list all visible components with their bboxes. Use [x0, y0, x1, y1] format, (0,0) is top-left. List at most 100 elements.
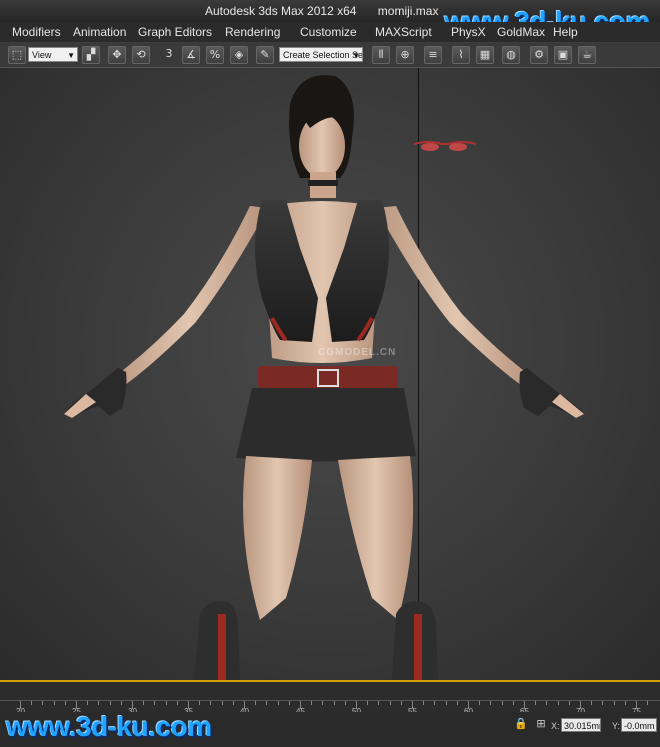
left-boot [194, 601, 240, 680]
timeline-tick [64, 701, 66, 705]
timeline-tick [434, 701, 436, 705]
y-label: Y: [612, 721, 621, 731]
snap-label: 3 [165, 47, 173, 60]
timeline-tick [322, 701, 324, 705]
timeline-tick [378, 701, 380, 705]
selection-set-dropdown[interactable]: Create Selection Se ▼ [279, 47, 363, 62]
y-coordinate-field[interactable]: -0.0mm [621, 718, 657, 732]
x-label: X: [551, 721, 560, 731]
file-name: momiji.max [377, 4, 439, 18]
menu-rendering[interactable]: Rendering [225, 25, 280, 39]
timeline-tick [199, 701, 201, 705]
watermark-bottom: www.3d-ku.com [6, 711, 212, 742]
timeline-tick [120, 701, 122, 705]
timeline-tick [490, 701, 492, 705]
snap-toggle-icon[interactable]: 3 [160, 46, 178, 64]
window-title: Autodesk 3ds Max 2012 x64 momiji.max [205, 4, 456, 18]
timeline-tick [647, 701, 649, 705]
render-setup-icon[interactable]: ⚙ [530, 46, 548, 64]
timeline-tick [400, 701, 402, 705]
timeline-tick [624, 701, 626, 705]
timeline-tick [546, 701, 548, 705]
timeline-tick [602, 701, 604, 705]
timeline-tick [535, 701, 537, 705]
timeline-tick [333, 701, 335, 705]
percent-snap-icon[interactable]: % [206, 46, 224, 64]
timeline-tick [277, 701, 279, 705]
timeline-tick [456, 701, 458, 705]
x-coordinate-field[interactable]: 30.015mm [561, 718, 601, 732]
select-region-icon[interactable]: ⬚ [8, 46, 26, 64]
menu-bar: Modifiers Animation Graph Editors Render… [0, 22, 660, 43]
chevron-down-icon: ▼ [67, 51, 75, 60]
rotate-icon[interactable]: ⟲ [132, 46, 150, 64]
menu-goldmax[interactable]: GoldMax [497, 25, 545, 39]
timeline-tick [232, 701, 234, 705]
timeline-tick [445, 701, 447, 705]
timeline-tick [210, 701, 212, 705]
timeline-tick [154, 701, 156, 705]
timeline-tick [221, 701, 223, 705]
timeline-tick [311, 701, 313, 705]
timeline-tick [367, 701, 369, 705]
chevron-down-icon: ▼ [352, 51, 360, 60]
align-icon[interactable]: ⊕ [396, 46, 414, 64]
angle-snap-icon[interactable]: ∡ [182, 46, 200, 64]
timeline-tick [344, 701, 346, 705]
timeline-tick [501, 701, 503, 705]
menu-maxscript[interactable]: MAXScript [375, 25, 432, 39]
menu-modifiers[interactable]: Modifiers [12, 25, 61, 39]
skirt [236, 388, 416, 462]
timeline-tick [568, 701, 570, 705]
timeline-tick [479, 701, 481, 705]
view-dropdown-value: View [32, 50, 52, 60]
timeline-tick [423, 701, 425, 705]
left-leg [243, 456, 312, 620]
timeline-tick [389, 701, 391, 705]
center-watermark: CGMODEL.CN [318, 347, 397, 358]
timeline-tick [613, 701, 615, 705]
menu-animation[interactable]: Animation [73, 25, 126, 39]
face [299, 114, 345, 178]
select-object-icon[interactable]: ▞ [82, 46, 100, 64]
schematic-view-icon[interactable]: ▦ [476, 46, 494, 64]
choker [308, 180, 338, 186]
render-production-icon[interactable]: ☕ [578, 46, 596, 64]
perspective-viewport[interactable]: CGMODEL.CN [0, 68, 660, 680]
timeline-tick [266, 701, 268, 705]
timeline-tick [98, 701, 100, 705]
menu-graph-editors[interactable]: Graph Editors [138, 25, 212, 39]
selection-set-value: Create Selection Se [283, 50, 363, 60]
timeline-ruler[interactable]: 202530354045505560657075 [0, 700, 660, 716]
transform-mode-icon[interactable]: ⊞ [534, 717, 548, 731]
rendered-frame-icon[interactable]: ▣ [554, 46, 572, 64]
app-name: Autodesk 3ds Max 2012 x64 [205, 4, 357, 18]
timeline-tick [87, 701, 89, 705]
menu-customize[interactable]: Customize [300, 25, 357, 39]
spinner-snap-icon[interactable]: ◈ [230, 46, 248, 64]
timeline[interactable]: 202530354045505560657075 [0, 680, 660, 716]
menu-help[interactable]: Help [553, 25, 578, 39]
right-leg [338, 456, 414, 620]
main-toolbar: ⬚ View ▼ ▞ ✥ ⟲ 3 ∡ % ◈ ✎ Create Selectio… [0, 43, 660, 68]
edit-named-selection-icon[interactable]: ✎ [256, 46, 274, 64]
lock-icon[interactable]: 🔒 [514, 717, 528, 731]
mirror-icon[interactable]: ⫴ [372, 46, 390, 64]
right-arm [376, 206, 536, 390]
layer-manager-icon[interactable]: ≡ [424, 46, 442, 64]
timeline-tick [143, 701, 145, 705]
menu-physx[interactable]: PhysX [451, 25, 486, 39]
timeline-tick [288, 701, 290, 705]
timeline-tick [557, 701, 559, 705]
timeline-tick [176, 701, 178, 705]
curve-editor-icon[interactable]: ⌇ [452, 46, 470, 64]
timeline-tick [255, 701, 257, 705]
view-dropdown[interactable]: View ▼ [28, 47, 78, 62]
timeline-tick [53, 701, 55, 705]
timeline-tick [31, 701, 33, 705]
timeline-tick [109, 701, 111, 705]
timeline-tick [591, 701, 593, 705]
character-model[interactable] [0, 68, 660, 680]
material-editor-icon[interactable]: ◍ [502, 46, 520, 64]
move-icon[interactable]: ✥ [108, 46, 126, 64]
